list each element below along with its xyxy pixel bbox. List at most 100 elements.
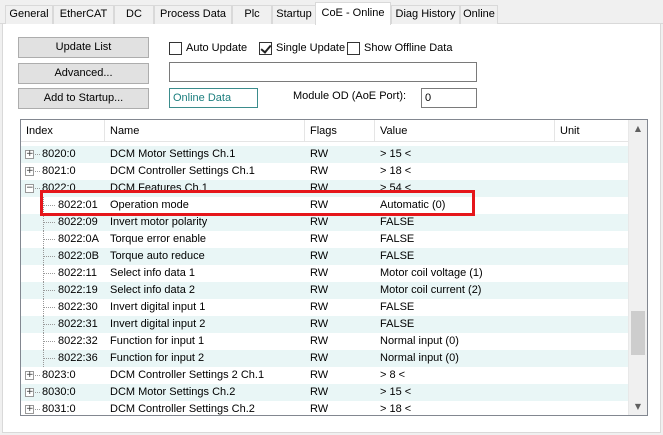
- row-value: Normal input (0): [380, 352, 459, 364]
- single-update-box[interactable]: [259, 41, 272, 55]
- row-flags: RW: [310, 301, 329, 313]
- column-name[interactable]: Name: [105, 120, 305, 142]
- row-index: 8022:31: [58, 318, 98, 330]
- row-flags: RW: [310, 318, 329, 330]
- scroll-down-icon[interactable]: ▼: [629, 398, 647, 415]
- expand-icon[interactable]: +: [25, 388, 34, 397]
- table-row[interactable]: 8022:19 Select info data 2 RW Motor coil cu…: [21, 282, 629, 299]
- row-name: DCM Controller Settings Ch.1: [110, 165, 255, 177]
- row-flags: RW: [310, 335, 329, 347]
- advanced-button[interactable]: Advanced...: [18, 63, 149, 84]
- tree-connector: [43, 324, 55, 325]
- table-row[interactable]: 8022:0A Torque error enable RW FALSE: [21, 231, 629, 248]
- column-unit[interactable]: Unit: [555, 120, 629, 142]
- expand-icon[interactable]: +: [25, 371, 34, 380]
- table-row[interactable]: 8022:31 Invert digital input 2 RW FALSE: [21, 316, 629, 333]
- row-index: 8022:09: [58, 216, 98, 228]
- tab-coe-online[interactable]: CoE - Online: [315, 2, 391, 25]
- row-flags: RW: [310, 386, 329, 398]
- row-name: Invert digital input 2: [110, 318, 206, 330]
- row-flags: RW: [310, 267, 329, 279]
- tab-startup[interactable]: Startup: [272, 5, 316, 24]
- row-name: DCM Controller Settings 2 Ch.1: [110, 369, 265, 381]
- table-row[interactable]: 8022:11 Select info data 1 RW Motor coil vo…: [21, 265, 629, 282]
- tab-diag-history[interactable]: Diag History: [391, 5, 460, 24]
- list-header: Index Name Flags Value Unit: [21, 120, 629, 142]
- tree-connector: [43, 256, 55, 257]
- table-row[interactable]: +8023:0 DCM Controller Settings 2 Ch.1 RW >…: [21, 367, 629, 384]
- scroll-up-icon[interactable]: ▲: [629, 120, 647, 137]
- module-od-label: Module OD (AoE Port):: [293, 90, 407, 102]
- table-row[interactable]: 8022:0B Torque auto reduce RW FALSE: [21, 248, 629, 265]
- scroll-thumb[interactable]: [631, 311, 645, 355]
- tab-online[interactable]: Online: [460, 5, 498, 24]
- row-index: 8022:0A: [58, 233, 99, 245]
- show-offline-data-box[interactable]: [347, 41, 360, 55]
- table-row[interactable]: +8031:0 DCM Controller Settings Ch.2 RW > 1…: [21, 401, 629, 415]
- tree-connector: [35, 171, 40, 172]
- row-value: FALSE: [380, 301, 415, 313]
- row-index: 8021:0: [42, 165, 76, 177]
- table-row[interactable]: 8022:32 Function for input 1 RW Normal inpu…: [21, 333, 629, 350]
- row-value: FALSE: [380, 318, 415, 330]
- row-name: Torque error enable: [110, 233, 207, 245]
- tree-connector: [35, 375, 40, 376]
- tab-plc[interactable]: Plc: [232, 5, 272, 24]
- column-index[interactable]: Index: [21, 120, 105, 142]
- tab-process-data[interactable]: Process Data: [154, 5, 232, 24]
- tree-connector: [43, 358, 55, 359]
- row-index: 8023:0: [42, 369, 76, 381]
- tree-connector: [43, 341, 55, 342]
- tab-ethercat[interactable]: EtherCAT: [53, 5, 114, 24]
- row-value: FALSE: [380, 216, 415, 228]
- tab-general[interactable]: General: [5, 5, 53, 24]
- row-index: 8022:30: [58, 301, 98, 313]
- row-name: Invert digital input 1: [110, 301, 206, 313]
- tree-connector: [43, 290, 55, 291]
- coe-object-list[interactable]: Index Name Flags Value Unit +8020:0 DCM M…: [20, 119, 648, 416]
- row-name: DCM Motor Settings Ch.2: [110, 386, 236, 398]
- row-flags: RW: [310, 352, 329, 364]
- expand-icon[interactable]: +: [25, 150, 34, 159]
- auto-update-checkbox[interactable]: Auto Update: [169, 40, 247, 56]
- auto-update-box[interactable]: [169, 41, 182, 55]
- table-row[interactable]: +8021:0 DCM Controller Settings Ch.1 RW > 1…: [21, 163, 629, 180]
- vertical-scrollbar[interactable]: ▲ ▼: [628, 120, 647, 415]
- show-offline-data-checkbox[interactable]: Show Offline Data: [347, 40, 452, 56]
- single-update-checkbox[interactable]: Single Update: [259, 40, 345, 56]
- expand-icon[interactable]: +: [25, 405, 34, 414]
- row-index: 8022:11: [58, 267, 97, 279]
- tree-connector: [43, 307, 55, 308]
- row-name: Select info data 2: [110, 284, 196, 296]
- row-name: Torque auto reduce: [110, 250, 205, 262]
- table-row[interactable]: 8022:09 Invert motor polarity RW FALSE: [21, 214, 629, 231]
- tree-connector: [43, 239, 55, 240]
- tree-connector: [35, 154, 40, 155]
- row-index: 8022:36: [58, 352, 98, 364]
- expand-icon[interactable]: +: [25, 167, 34, 176]
- table-row[interactable]: 8022:30 Invert digital input 1 RW FALSE: [21, 299, 629, 316]
- table-row[interactable]: +8030:0 DCM Motor Settings Ch.2 RW > 15 <: [21, 384, 629, 401]
- collapse-icon[interactable]: −: [25, 184, 34, 193]
- tab-strip: General EtherCAT DC Process Data Plc Sta…: [0, 0, 663, 25]
- update-list-button[interactable]: Update List: [18, 37, 149, 58]
- module-od-port-input[interactable]: 0: [421, 88, 477, 108]
- row-flags: RW: [310, 250, 329, 262]
- row-value: Motor coil current (2): [380, 284, 482, 296]
- description-field[interactable]: [169, 62, 477, 82]
- column-flags[interactable]: Flags: [305, 120, 375, 142]
- tree-connector: [35, 409, 40, 410]
- row-index: 8022:0B: [58, 250, 99, 262]
- row-flags: RW: [310, 284, 329, 296]
- row-index: 8022:19: [58, 284, 98, 296]
- tree-connector: [43, 273, 55, 274]
- add-to-startup-button[interactable]: Add to Startup...: [18, 88, 149, 109]
- tab-dc[interactable]: DC: [114, 5, 154, 24]
- table-row[interactable]: 8022:36 Function for input 2 RW Normal inpu…: [21, 350, 629, 367]
- table-row[interactable]: +8020:0 DCM Motor Settings Ch.1 RW > 15 <: [21, 146, 629, 163]
- row-value: > 18 <: [380, 165, 412, 177]
- column-value[interactable]: Value: [375, 120, 555, 142]
- tree-connector: [35, 188, 40, 189]
- row-name: Select info data 1: [110, 267, 196, 279]
- online-data-status-field: Online Data: [169, 88, 258, 108]
